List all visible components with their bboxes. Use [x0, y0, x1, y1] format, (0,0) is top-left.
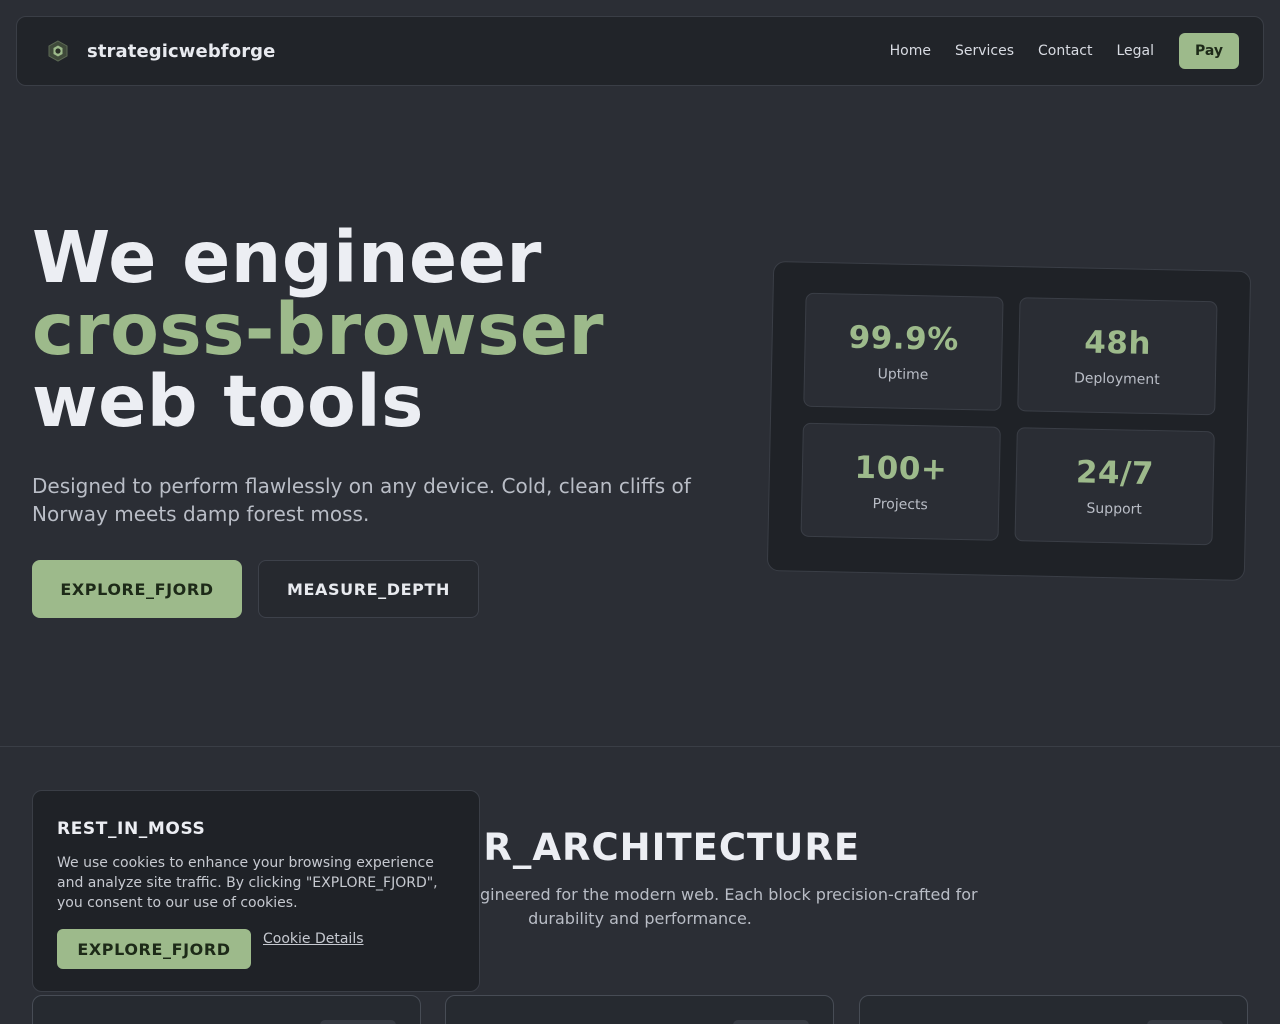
card-tag	[733, 1020, 809, 1024]
cookie-text: We use cookies to enhance your browsing …	[57, 855, 438, 911]
measure-depth-button[interactable]: MEASURE_DEPTH	[258, 560, 479, 618]
section-divider	[0, 746, 1280, 747]
architecture-card[interactable]	[859, 995, 1248, 1024]
stats-grid: 99.9% Uptime 48h Deployment 100+ Project…	[800, 292, 1218, 546]
stat-value: 24/7	[1075, 454, 1155, 493]
card-tag	[1147, 1020, 1223, 1024]
stat-projects: 100+ Projects	[800, 422, 1001, 541]
stat-label: Support	[1086, 500, 1143, 518]
nav-link-contact[interactable]: Contact	[1038, 43, 1092, 59]
architecture-card[interactable]	[445, 995, 834, 1024]
cookie-accept-button[interactable]: EXPLORE_FJORD	[57, 929, 251, 969]
cookie-details-link[interactable]: Cookie Details	[263, 931, 364, 947]
nav-link-home[interactable]: Home	[890, 43, 931, 59]
cookie-banner: REST_IN_MOSS We use cookies to enhance y…	[32, 790, 480, 992]
nav-link-legal[interactable]: Legal	[1116, 43, 1154, 59]
hero-subtitle: Designed to perform flawlessly on any de…	[32, 474, 691, 526]
pay-button[interactable]: Pay	[1179, 33, 1239, 69]
stat-value: 99.9%	[848, 319, 960, 358]
hero-title: We engineer cross-browser web tools	[32, 222, 604, 438]
brand-name: strategicwebforge	[87, 40, 276, 62]
top-navbar: strategicwebforge Home Services Contact …	[16, 16, 1264, 86]
nav-links: Home Services Contact Legal Pay	[890, 33, 1239, 69]
card-tag	[320, 1020, 396, 1024]
stat-uptime: 99.9% Uptime	[803, 292, 1004, 411]
hero-title-line1: We engineer	[32, 216, 542, 299]
cookie-title: REST_IN_MOSS	[57, 819, 206, 839]
architecture-card[interactable]	[32, 995, 421, 1024]
cookie-actions: EXPLORE_FJORD Cookie Details	[57, 929, 455, 969]
explore-fjord-button[interactable]: EXPLORE_FJORD	[32, 560, 242, 618]
brand[interactable]: strategicwebforge	[45, 38, 275, 64]
stat-label: Uptime	[877, 366, 929, 384]
stat-support: 24/7 Support	[1014, 427, 1215, 546]
stat-label: Deployment	[1073, 370, 1160, 389]
stat-value: 48h	[1083, 324, 1152, 362]
hexagon-logo-icon	[45, 38, 71, 64]
nav-link-services[interactable]: Services	[955, 43, 1014, 59]
stat-value: 100+	[854, 449, 948, 488]
hero-title-line2: cross-browser	[32, 288, 605, 371]
stat-label: Projects	[872, 496, 928, 514]
stat-deployment: 48h Deployment	[1017, 297, 1218, 416]
stats-card: 99.9% Uptime 48h Deployment 100+ Project…	[766, 261, 1252, 581]
hero-title-line3: web tools	[32, 360, 424, 443]
